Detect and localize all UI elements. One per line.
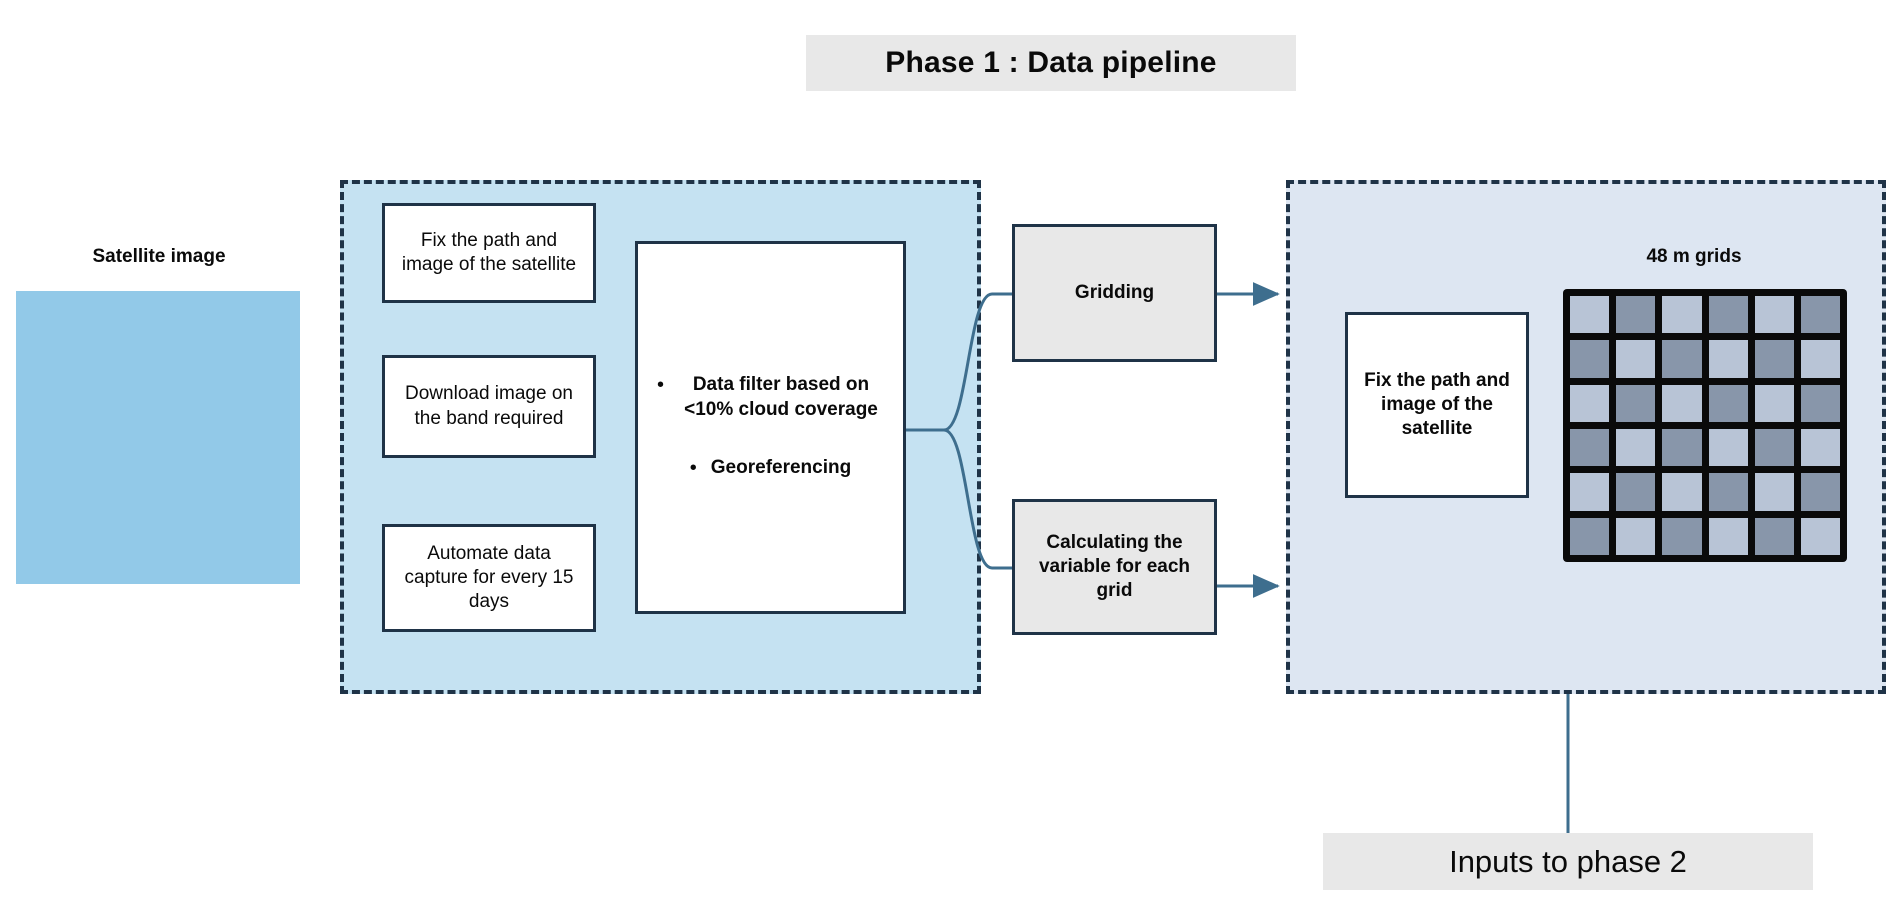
grid-cell bbox=[1800, 340, 1840, 378]
phase2-banner: Inputs to phase 2 bbox=[1323, 833, 1813, 890]
step-box-automate-capture: Automate data capture for every 15 days bbox=[382, 524, 596, 632]
processing-bullet-label: Data filter based on <10% cloud coverage bbox=[684, 374, 878, 420]
grid-cell bbox=[1708, 473, 1748, 511]
grid-cell bbox=[1616, 340, 1656, 378]
grid-cell bbox=[1570, 473, 1610, 511]
processing-bullet-label: Georeferencing bbox=[710, 457, 852, 479]
grid-cell bbox=[1800, 473, 1840, 511]
step-box-download-image-label: Download image on the band required bbox=[405, 383, 573, 429]
grid-cell bbox=[1616, 517, 1656, 555]
grid-cell bbox=[1754, 473, 1794, 511]
grid-cell bbox=[1708, 384, 1748, 422]
grid-cell bbox=[1662, 473, 1702, 511]
process-box-calculating-variable-label: Calculating the variable for each grid bbox=[1038, 531, 1191, 602]
grid-cell bbox=[1754, 517, 1794, 555]
grid-cell bbox=[1754, 384, 1794, 422]
process-box-gridding: Gridding bbox=[1012, 224, 1217, 362]
grid-cell bbox=[1708, 517, 1748, 555]
grid-cell bbox=[1662, 384, 1702, 422]
processing-bullet-item: • Georeferencing bbox=[648, 456, 893, 482]
bullet-dot-icon: • bbox=[656, 374, 664, 397]
output-box-fix-path-label: Fix the path and image of the satellite bbox=[1364, 369, 1510, 440]
grid-cell bbox=[1616, 428, 1656, 467]
grid-cell bbox=[1570, 517, 1610, 555]
satellite-image-swatch bbox=[16, 291, 300, 584]
output-box-fix-path: Fix the path and image of the satellite bbox=[1345, 312, 1529, 498]
step-box-fix-path-label: Fix the path and image of the satellite bbox=[401, 229, 577, 275]
bullet-dot-icon: • bbox=[689, 457, 697, 480]
grid-cell bbox=[1800, 517, 1840, 555]
grid-cell bbox=[1800, 428, 1840, 467]
grid-cell bbox=[1616, 473, 1656, 511]
grid-cell bbox=[1800, 384, 1840, 422]
grid-cell bbox=[1570, 296, 1610, 334]
satellite-image-label: Satellite image bbox=[92, 246, 226, 267]
diagram-canvas: Phase 1 : Data pipeline Satellite image … bbox=[0, 0, 1902, 902]
grid-cell bbox=[1662, 296, 1702, 334]
grid-cell bbox=[1570, 384, 1610, 422]
step-box-fix-path: Fix the path and image of the satellite bbox=[382, 203, 596, 303]
grid-cell bbox=[1662, 340, 1702, 378]
grid-cell bbox=[1616, 296, 1656, 334]
process-box-gridding-label: Gridding bbox=[1074, 281, 1155, 303]
grid-cell bbox=[1570, 340, 1610, 378]
grid-label: 48 m grids bbox=[1646, 246, 1742, 267]
grid-cell bbox=[1616, 384, 1656, 422]
process-box-calculating-variable: Calculating the variable for each grid bbox=[1012, 499, 1217, 635]
grid-cell bbox=[1570, 428, 1610, 467]
grid-cell bbox=[1708, 296, 1748, 334]
grid-cell bbox=[1800, 296, 1840, 334]
processing-bullet-list: • Data filter based on <10% cloud covera… bbox=[638, 373, 903, 481]
grid-cell bbox=[1662, 428, 1702, 467]
step-box-automate-capture-label: Automate data capture for every 15 days bbox=[404, 542, 574, 613]
step-box-download-image: Download image on the band required bbox=[382, 355, 596, 458]
grid-cell bbox=[1662, 517, 1702, 555]
phase2-banner-text: Inputs to phase 2 bbox=[1449, 843, 1687, 879]
processing-box: • Data filter based on <10% cloud covera… bbox=[635, 241, 906, 614]
grid-checkerboard bbox=[1563, 289, 1847, 562]
grid-cell bbox=[1754, 428, 1794, 467]
diagram-title-banner: Phase 1 : Data pipeline bbox=[806, 35, 1296, 91]
grid-cell bbox=[1754, 340, 1794, 378]
grid-cell bbox=[1708, 428, 1748, 467]
grid-cell bbox=[1708, 340, 1748, 378]
grid-cell bbox=[1754, 296, 1794, 334]
diagram-title-text: Phase 1 : Data pipeline bbox=[885, 46, 1217, 79]
processing-bullet-item: • Data filter based on <10% cloud covera… bbox=[648, 373, 893, 422]
